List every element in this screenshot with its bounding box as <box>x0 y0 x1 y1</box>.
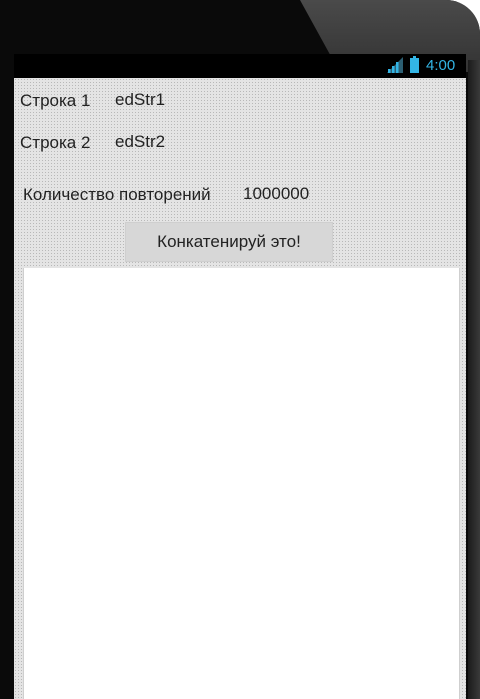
concatenate-button-label: Конкатенируй это! <box>157 232 301 251</box>
device-side-edge <box>468 60 480 699</box>
device-frame: 4:00 Строка 1 edStr1 Строка 2 edStr2 Кол… <box>0 0 480 699</box>
battery-icon <box>410 56 419 73</box>
app-screen: Строка 1 edStr1 Строка 2 edStr2 Количест… <box>14 78 466 699</box>
string1-input[interactable]: edStr1 <box>115 90 165 110</box>
string2-input[interactable]: edStr2 <box>115 132 165 152</box>
string2-label: Строка 2 <box>20 133 91 152</box>
signal-icon <box>387 57 403 73</box>
concatenate-button[interactable]: Конкатенируй это! <box>125 222 333 262</box>
status-time: 4:00 <box>426 57 456 74</box>
repeat-count-label: Количество повторений <box>23 185 211 204</box>
result-text-area[interactable] <box>23 268 460 699</box>
repeat-count-input[interactable]: 1000000 <box>243 184 309 204</box>
string1-label: Строка 1 <box>20 91 91 110</box>
status-bar: 4:00 <box>14 54 466 78</box>
